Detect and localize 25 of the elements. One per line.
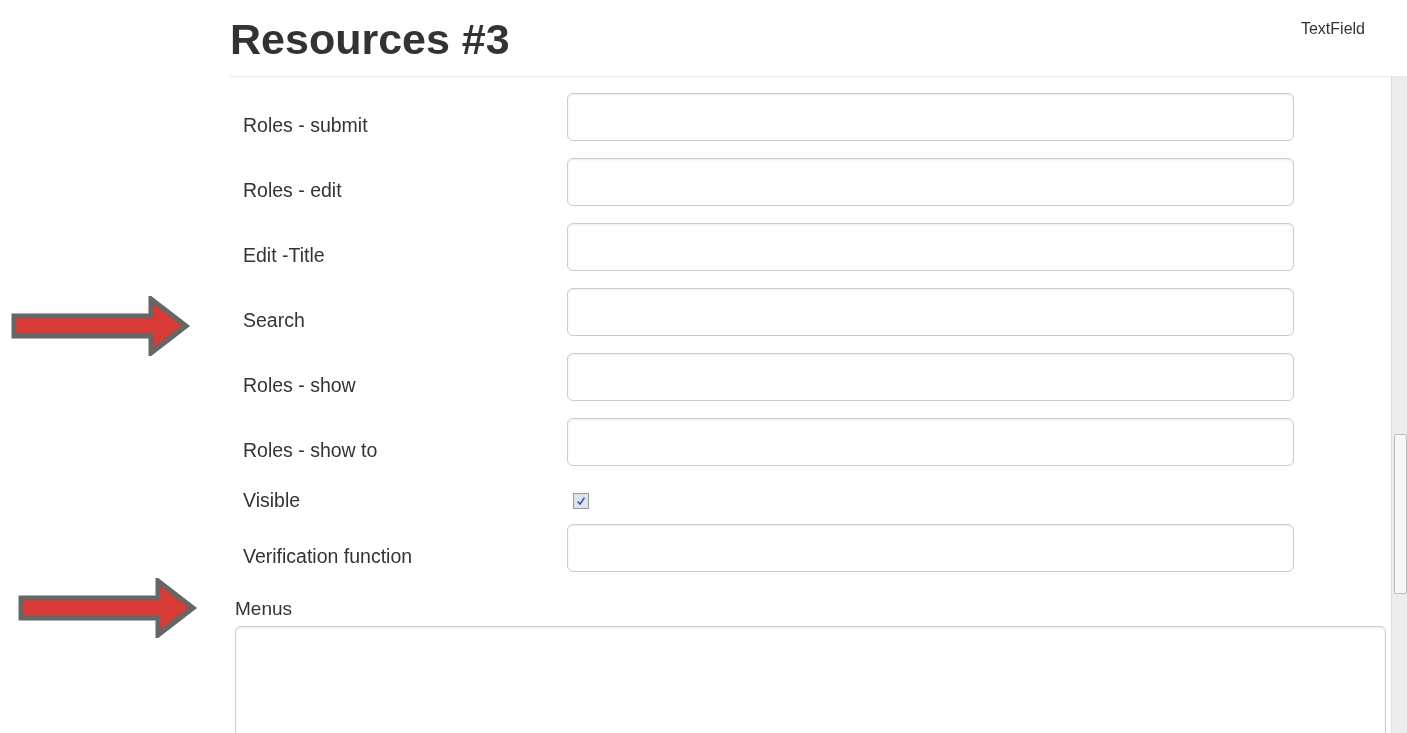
checkbox[interactable]: [573, 493, 589, 509]
checkmark-icon: [575, 495, 587, 507]
menus-label: Menus: [234, 598, 294, 620]
menus-text-area[interactable]: [235, 626, 1386, 733]
input-field[interactable]: [567, 158, 1294, 206]
input-field[interactable]: [567, 524, 1294, 572]
field-label: Search: [242, 309, 306, 333]
page-title: Resources #3: [230, 16, 510, 64]
arrow-icon: [18, 578, 198, 638]
field-label: Roles - show: [242, 374, 357, 398]
scrollbar[interactable]: [1391, 77, 1407, 733]
input-field[interactable]: [567, 93, 1294, 141]
field-label: Edit -Title: [242, 244, 326, 268]
input-field[interactable]: [567, 418, 1294, 466]
field-type-label: TextField: [1300, 20, 1365, 38]
field-label: Visible: [242, 487, 302, 512]
input-field[interactable]: [567, 353, 1294, 401]
scrollbar-thumb[interactable]: [1394, 434, 1407, 594]
field-label: Roles - submit: [242, 114, 369, 138]
field-label: Roles - edit: [242, 179, 343, 203]
field-label: Roles - show to: [242, 439, 379, 463]
input-field[interactable]: [567, 288, 1294, 336]
field-label: Verification function: [242, 545, 414, 569]
arrow-icon: [11, 296, 191, 356]
input-field[interactable]: [567, 223, 1294, 271]
